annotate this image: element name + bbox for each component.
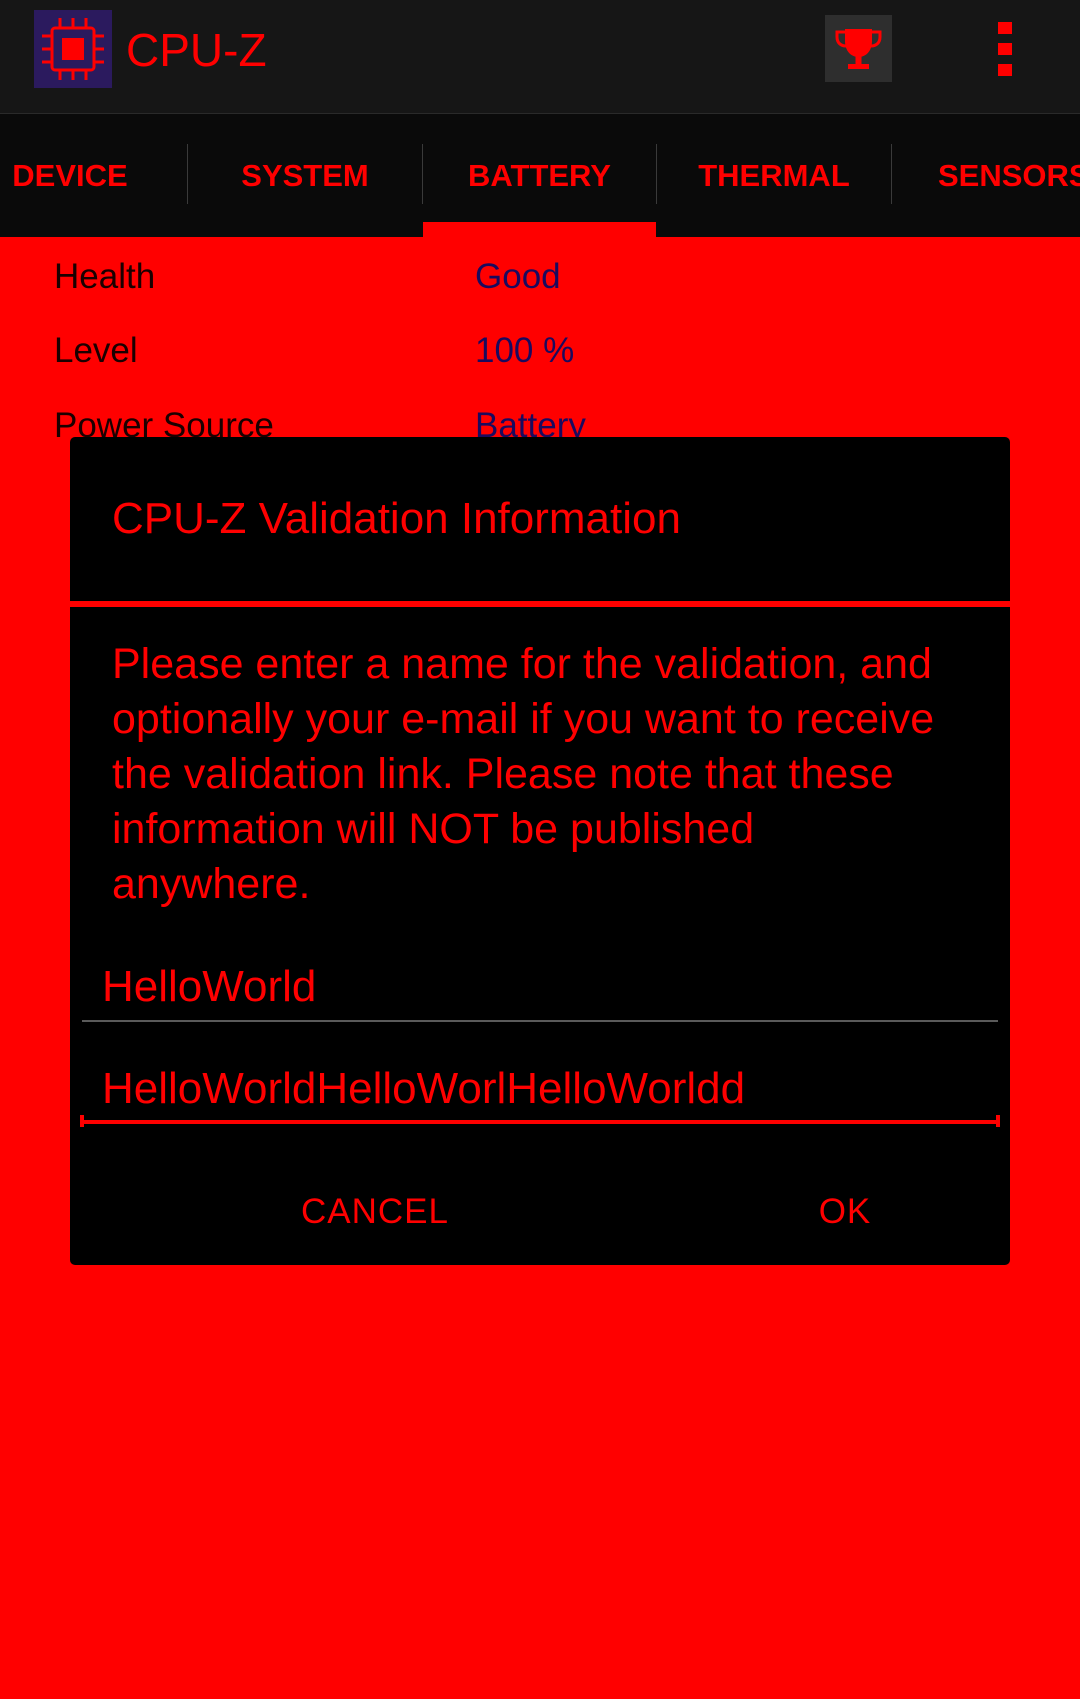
dialog-title-divider	[70, 601, 1010, 607]
validation-email-field[interactable]: HelloWorldHelloWorlHelloWorldd	[82, 1054, 998, 1124]
app-bar: CPU-Z	[0, 0, 1080, 114]
dialog-title: CPU-Z Validation Information	[112, 494, 681, 543]
tab-device[interactable]: DEVICE	[0, 114, 150, 237]
overflow-menu-button[interactable]	[990, 18, 1020, 80]
battery-row-label: Health	[54, 257, 156, 296]
tab-sensors[interactable]: SENSORS	[892, 114, 1080, 237]
email-field-underline-cap	[80, 1115, 84, 1127]
more-vert-icon	[998, 22, 1012, 76]
trophy-icon	[835, 29, 882, 69]
battery-row-value: 100 %	[475, 331, 575, 370]
app-title: CPU-Z	[126, 24, 267, 76]
dialog-message: Please enter a name for the validation, …	[112, 640, 935, 908]
tab-thermal[interactable]: THERMAL	[657, 114, 891, 237]
tab-bar: DEVICE SYSTEM BATTERY THERMAL SENSORS	[0, 114, 1080, 237]
tab-system[interactable]: SYSTEM	[188, 114, 422, 237]
battery-row-label: Level	[54, 331, 138, 370]
validation-dialog: CPU-Z Validation Information Please ente…	[70, 437, 1010, 1265]
cancel-button[interactable]: CANCEL	[230, 1177, 520, 1247]
cpu-chip-icon	[34, 10, 112, 88]
tab-battery[interactable]: BATTERY	[423, 114, 656, 237]
validation-button[interactable]	[825, 15, 892, 82]
validation-name-field[interactable]: HelloWorld	[82, 952, 998, 1022]
active-tab-indicator	[423, 222, 656, 237]
ok-button[interactable]: OK	[710, 1177, 980, 1247]
battery-row-value: Good	[475, 257, 561, 296]
email-field-underline-cap	[996, 1115, 1000, 1127]
